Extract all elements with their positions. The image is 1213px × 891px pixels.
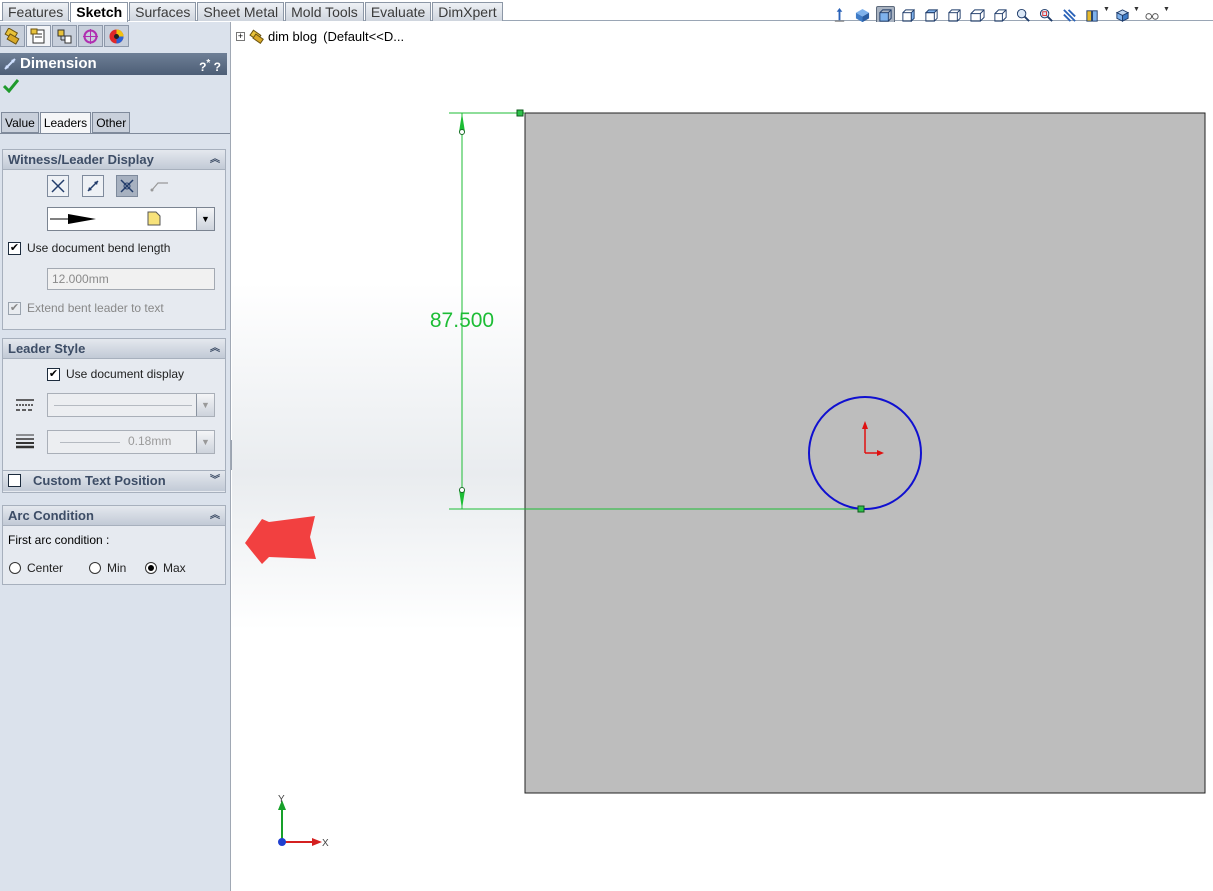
subtab-divider: [0, 133, 230, 134]
custom-text-position-checkbox[interactable]: [8, 474, 21, 487]
tab-other[interactable]: Other: [92, 112, 131, 133]
bent-leader-icon[interactable]: [150, 178, 170, 197]
property-manager-title-text: Dimension: [20, 55, 97, 72]
max-label: Max: [163, 561, 186, 575]
min-radio[interactable]: [89, 562, 101, 574]
witness-leader-title: Witness/Leader Display: [8, 152, 154, 167]
command-tabs: Features Sketch Surfaces Sheet Metal Mol…: [2, 2, 504, 22]
leader-style-header[interactable]: Leader Style ︽: [3, 339, 225, 359]
line-style-preview: [54, 405, 192, 406]
expand-icon[interactable]: ︾: [210, 471, 220, 491]
line-style-dropdown[interactable]: ▼: [47, 393, 215, 417]
line-thickness-dropdown[interactable]: 0.18mm ▼: [47, 430, 215, 454]
triad-y-label: Y: [278, 794, 285, 805]
line-thickness-value: 0.18mm: [128, 434, 172, 448]
help-icon[interactable]: ?* ?: [199, 53, 221, 78]
triad-x-label: X: [322, 838, 329, 849]
dimxpert-manager-tab-icon[interactable]: [78, 25, 103, 47]
arc-condition-group: Arc Condition ︽ First arc condition : Ce…: [2, 505, 226, 585]
tab-dimxpert[interactable]: DimXpert: [432, 2, 503, 21]
axis-triad-icon: [278, 800, 322, 846]
extend-bent-label: Extend bent leader to text: [27, 301, 164, 315]
inside-arrows-icon[interactable]: [82, 175, 104, 197]
use-doc-bend-checkbox[interactable]: ✔: [8, 241, 21, 255]
annotation-arrow-icon: [245, 516, 316, 564]
arrow-handle-top[interactable]: [459, 129, 465, 135]
collapse-icon[interactable]: ︽: [210, 150, 220, 170]
graphics-area[interactable]: + dim blog (Default<<D... 87.500 Y X: [232, 22, 1213, 891]
use-doc-display-checkbox[interactable]: ✔: [47, 367, 60, 381]
chevron-down-icon[interactable]: ▼: [196, 431, 214, 453]
arc-center-option[interactable]: Center: [9, 561, 63, 575]
line-thickness-preview: [60, 442, 120, 443]
chevron-down-icon[interactable]: ▼: [196, 394, 214, 416]
sketch-canvas[interactable]: 87.500 Y X: [232, 22, 1213, 891]
ok-checkmark-icon[interactable]: [2, 79, 20, 96]
tab-leaders[interactable]: Leaders: [39, 112, 92, 134]
dimension-text[interactable]: 87.500: [430, 309, 494, 332]
tab-value[interactable]: Value: [1, 112, 39, 133]
extend-bent-checkbox[interactable]: ✔: [8, 301, 21, 315]
arrow-style-preview-icon: [50, 211, 161, 226]
center-radio[interactable]: [9, 562, 21, 574]
bend-length-field[interactable]: 12.000mm: [47, 268, 215, 290]
outside-arrows-icon[interactable]: [47, 175, 69, 197]
feature-manager-tab-icon[interactable]: [0, 25, 25, 47]
circle-quadrant-point[interactable]: [857, 505, 865, 513]
property-manager-panel: Dimension ?* ? Value Leaders Other Witne…: [0, 22, 231, 891]
custom-text-position-group: Custom Text Position ︾: [2, 470, 226, 493]
leader-style-group: Leader Style ︽ ✔ Use document display ▼ …: [2, 338, 226, 483]
use-doc-bend-label: Use document bend length: [27, 241, 171, 255]
collapse-icon[interactable]: ︽: [210, 506, 220, 526]
dimension-subtabs: Value Leaders Other: [1, 112, 131, 134]
line-thickness-icon: [15, 433, 35, 452]
arc-condition-title: Arc Condition: [8, 508, 94, 523]
property-manager-title: Dimension ?* ?: [0, 53, 227, 75]
extend-bent-row: ✔ Extend bent leader to text: [8, 301, 164, 315]
arrow-handle-bottom[interactable]: [459, 487, 465, 493]
collapse-icon[interactable]: ︽: [210, 339, 220, 359]
witness-leader-header[interactable]: Witness/Leader Display ︽: [3, 150, 225, 170]
dimension-icon: [3, 56, 17, 78]
max-radio[interactable]: [145, 562, 157, 574]
witness-leader-group: Witness/Leader Display ︽ ▼ ✔ Use documen…: [2, 149, 226, 330]
arc-max-option[interactable]: Max: [145, 561, 186, 575]
property-manager-tab-icon[interactable]: [26, 25, 51, 47]
min-label: Min: [107, 561, 127, 575]
line-style-icon: [15, 397, 35, 416]
use-doc-bend-row: ✔ Use document bend length: [8, 241, 170, 255]
custom-text-position-title: Custom Text Position: [33, 473, 166, 488]
leader-style-title: Leader Style: [8, 341, 86, 356]
custom-text-position-header[interactable]: Custom Text Position ︾: [3, 471, 225, 491]
arrow-style-dropdown[interactable]: ▼: [47, 207, 215, 231]
chevron-down-icon[interactable]: ▼: [196, 208, 214, 230]
tab-sheet-metal[interactable]: Sheet Metal: [197, 2, 285, 21]
help-label-2: ?: [213, 60, 221, 74]
center-label: Center: [27, 561, 64, 575]
corner-endpoint[interactable]: [516, 109, 524, 117]
display-manager-tab-icon[interactable]: [104, 25, 129, 47]
arc-min-option[interactable]: Min: [89, 561, 126, 575]
arc-condition-header[interactable]: Arc Condition ︽: [3, 506, 225, 526]
smart-arrows-icon[interactable]: [116, 175, 138, 197]
configuration-manager-tab-icon[interactable]: [52, 25, 77, 47]
pin-label: *: [206, 58, 211, 69]
tab-evaluate[interactable]: Evaluate: [364, 2, 432, 21]
tab-features[interactable]: Features: [2, 2, 70, 21]
tab-surfaces[interactable]: Surfaces: [129, 2, 197, 21]
manager-tabs: [0, 25, 129, 47]
tab-sketch[interactable]: Sketch: [70, 2, 129, 22]
use-doc-display-label: Use document display: [66, 367, 185, 381]
use-doc-display-row: ✔ Use document display: [47, 367, 184, 381]
tab-mold-tools[interactable]: Mold Tools: [285, 2, 364, 21]
first-arc-label: First arc condition :: [8, 533, 110, 547]
